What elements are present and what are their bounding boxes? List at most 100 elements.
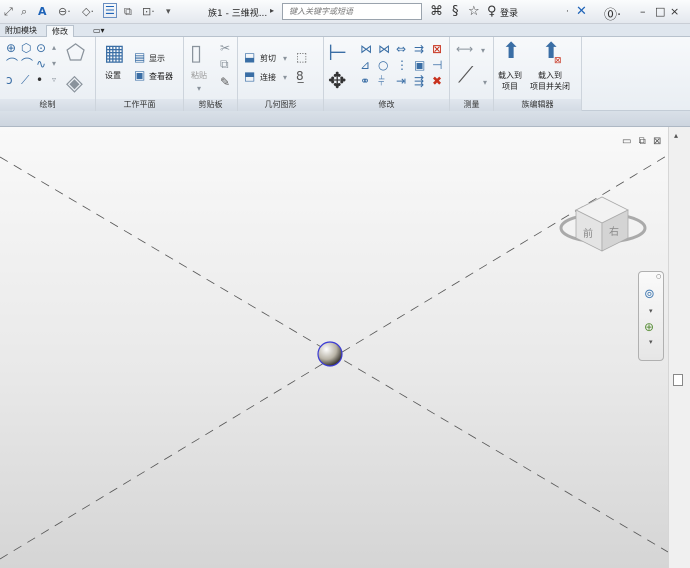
section-icon[interactable]: ◇· [82, 5, 94, 18]
split-face-icon[interactable]: 8̲ [296, 70, 304, 82]
spline-tool-icon[interactable]: ∿ [36, 58, 46, 70]
model-line-icon[interactable]: ⬠ [66, 43, 85, 65]
workplane-viewer-label[interactable]: 查看器 [149, 71, 173, 82]
circle-tool-icon[interactable]: ⊕ [6, 42, 16, 54]
vertical-scrollbar[interactable]: ▴ [668, 127, 690, 568]
scroll-up-arrow-icon[interactable]: ▴ [674, 131, 678, 140]
scale-icon[interactable]: ▣ [414, 59, 425, 71]
3d-viewport[interactable]: 前 右 [0, 127, 668, 568]
polygon-tool-icon[interactable]: ⬡ [21, 42, 31, 54]
offset-icon[interactable]: ⇔ [396, 43, 406, 55]
search-box[interactable] [282, 3, 422, 20]
array-icon[interactable]: ⋮ [396, 59, 408, 71]
join-geometry-label[interactable]: 连接 [260, 72, 276, 83]
close-hidden-icon[interactable]: ⧉ [124, 5, 132, 19]
zoom-icon[interactable]: ⊕ [644, 320, 654, 334]
rotate-icon[interactable]: ○ [378, 59, 388, 71]
pin-icon[interactable]: ⊣ [432, 59, 442, 71]
delete-icon[interactable]: ✖ [432, 75, 442, 87]
close-icon[interactable]: × [670, 5, 679, 18]
move-icon[interactable]: ✥ [328, 71, 346, 93]
paste-label[interactable]: 粘贴 [191, 70, 207, 81]
favorites-star-icon[interactable]: ☆ [468, 4, 480, 19]
copy-icon[interactable]: ⧉ [220, 58, 229, 70]
scroll-thumb[interactable] [673, 374, 683, 386]
paste-dropdown-icon[interactable]: ▾ [197, 83, 201, 95]
extend-single-icon[interactable]: ⇥ [396, 75, 406, 87]
tab-addins[interactable]: 附加模块 [0, 25, 42, 37]
load-into-project-label[interactable]: 载入到 项目 [498, 70, 522, 92]
cut-dropdown-icon[interactable]: ▾ [283, 53, 287, 65]
cut-geometry-label[interactable]: 剪切 [260, 53, 276, 64]
workplane-viewer-icon[interactable]: ▣ [134, 69, 145, 81]
options-bar [0, 111, 690, 127]
cut-icon[interactable]: ✂ [220, 42, 230, 54]
steering-wheel-dropdown-icon[interactable]: ▾ [649, 307, 653, 315]
arc-tool-icon[interactable]: ⌒ [6, 58, 18, 70]
search-input[interactable] [283, 4, 421, 19]
set-workplane-label[interactable]: 设置 [105, 70, 121, 81]
text-icon[interactable]: A [38, 5, 47, 18]
pick-lines-icon[interactable]: ⟋ [21, 74, 29, 86]
arc-center-tool-icon[interactable]: ⌒ [21, 58, 33, 70]
load-and-close-label[interactable]: 载入到 项目并关闭 [530, 70, 570, 92]
match-properties-icon[interactable]: ✎ [220, 76, 230, 88]
copy-element-icon[interactable]: ⇉ [414, 43, 424, 55]
customize-qat-icon[interactable]: ▾ [166, 7, 171, 17]
switch-windows-icon[interactable]: ⊡· [142, 5, 155, 18]
trim-icon[interactable]: ⊿ [360, 59, 370, 71]
sphere-geometry[interactable] [317, 341, 343, 367]
login-link[interactable]: 登录 [500, 6, 518, 19]
load-into-project-icon[interactable]: ⬆ [502, 41, 520, 63]
tab-modify[interactable]: 修改 [46, 25, 74, 37]
3d-view-icon[interactable]: ⊖· [58, 5, 71, 18]
help-icon[interactable]: ⓪· [604, 4, 621, 23]
scroll-up-icon[interactable]: ▴ [52, 42, 56, 54]
show-workplane-label[interactable]: 显示 [149, 53, 165, 64]
set-workplane-icon[interactable]: ▦ [104, 43, 125, 65]
measure-icon[interactable]: ⤢ [4, 5, 13, 19]
measure-distance-icon[interactable]: ⟷ [456, 43, 473, 55]
join-geometry-icon[interactable]: ⬒ [244, 70, 255, 82]
dimension-dropdown-icon[interactable]: ▾ [483, 77, 487, 89]
measure-dropdown-icon[interactable]: ▾ [481, 45, 485, 57]
symbolic-line-icon[interactable]: ◈ [66, 73, 83, 95]
wall-joins-icon[interactable]: ⬚ [296, 51, 307, 63]
maximize-icon[interactable]: □ [655, 5, 665, 18]
zoom-dropdown-icon[interactable]: ▾ [649, 338, 653, 346]
scroll-down-icon[interactable]: ▾ [52, 58, 56, 70]
document-title: 族1 - 三维视... [208, 9, 268, 19]
aligned-dimension-icon[interactable]: ⟋ [458, 65, 473, 87]
delete-marked-icon[interactable]: ⊠ [432, 43, 442, 55]
align-icon[interactable]: ⊢ [328, 43, 347, 65]
thin-lines-icon[interactable]: ☰ [103, 3, 117, 18]
tab-contextual-menu[interactable]: ▭▾ [88, 25, 110, 37]
panel-label-workplane: 工作平面 [96, 99, 183, 111]
split-icon[interactable]: ⚭ [360, 75, 370, 87]
join-dropdown-icon[interactable]: ▾ [283, 72, 287, 84]
paste-icon[interactable]: ▯ [190, 43, 202, 65]
expand-icon[interactable]: ▿ [52, 74, 56, 86]
navbar-close-icon[interactable]: ○ [656, 273, 661, 280]
exchange-apps-icon[interactable]: ✕ [576, 4, 587, 19]
subscription-icon[interactable]: § [452, 4, 459, 19]
extend-multiple-icon[interactable]: ⇶ [414, 75, 424, 87]
view-window-controls[interactable]: ▭ ⧉ ⊠ [622, 136, 663, 147]
user-icon[interactable]: ♀ [487, 4, 497, 19]
minimize-icon[interactable]: – [640, 5, 646, 18]
point-tool-icon[interactable]: • [36, 74, 43, 86]
mirror-draw-icon[interactable]: ⋈ [378, 43, 390, 55]
dimension-icon[interactable]: ⌕ [21, 5, 27, 19]
navigation-bar[interactable]: ○ ⊚ ▾ ⊕ ▾ [638, 271, 664, 361]
search-expand-icon[interactable]: ▸ [270, 6, 274, 15]
cut-geometry-icon[interactable]: ⬓ [244, 51, 255, 63]
binoculars-icon[interactable]: ⌘ [430, 4, 443, 19]
trim-extend-icon[interactable]: ⫩ [378, 75, 385, 87]
viewcube[interactable]: 前 右 [559, 196, 647, 252]
fillet-arc-icon[interactable]: ↄ [6, 74, 13, 86]
exchange-dropdown-icon[interactable]: · [566, 7, 569, 17]
show-workplane-icon[interactable]: ▤ [134, 51, 145, 63]
mirror-pick-icon[interactable]: ⋈ [360, 43, 372, 55]
steering-wheel-icon[interactable]: ⊚ [644, 287, 655, 302]
ellipse-tool-icon[interactable]: ⊙ [36, 42, 46, 54]
